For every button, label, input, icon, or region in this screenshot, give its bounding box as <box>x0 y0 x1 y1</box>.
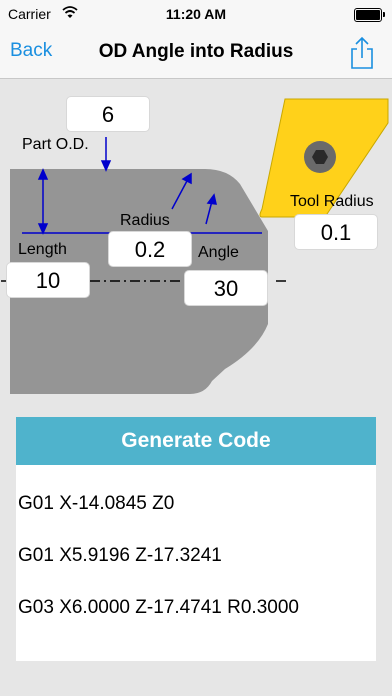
length-label: Length <box>18 241 67 258</box>
diagram-area: 6 Part O.D. Radius 0.2 Length 10 Angle 3… <box>0 79 392 409</box>
status-time: 11:20 AM <box>165 6 227 22</box>
part-od-label: Part O.D. <box>22 136 89 153</box>
radius-input[interactable]: 0.2 <box>108 231 192 267</box>
page-title: OD Angle into Radius <box>98 41 294 62</box>
share-icon[interactable] <box>348 36 376 70</box>
navigation-bar: Back OD Angle into Radius <box>0 28 392 79</box>
generate-code-button[interactable]: Generate Code <box>16 417 376 465</box>
code-line: G03 X6.0000 Z-17.4741 R0.3000 <box>18 597 299 618</box>
part-od-input[interactable]: 6 <box>66 96 150 132</box>
tool-radius-label: Tool Radius <box>290 193 374 210</box>
length-input[interactable]: 10 <box>6 262 90 298</box>
code-line: G01 X-14.0845 Z0 <box>18 493 175 514</box>
tool-radius-input[interactable]: 0.1 <box>294 214 378 250</box>
angle-label: Angle <box>198 244 239 261</box>
code-output: G01 X-14.0845 Z0 G01 X5.9196 Z-17.3241 G… <box>16 465 376 661</box>
battery-icon <box>354 8 385 22</box>
status-bar: Carrier 11:20 AM <box>0 0 392 28</box>
code-line: G01 X5.9196 Z-17.3241 <box>18 545 222 566</box>
angle-input[interactable]: 30 <box>184 270 268 306</box>
radius-label: Radius <box>120 212 170 229</box>
